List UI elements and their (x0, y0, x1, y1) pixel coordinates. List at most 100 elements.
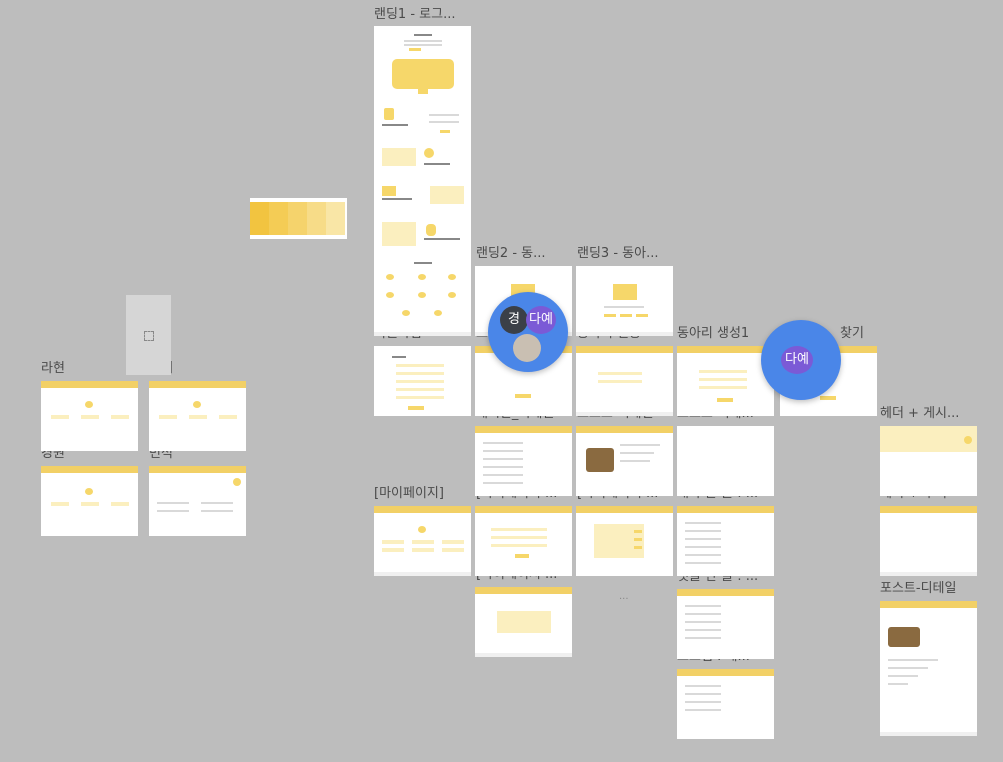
header (41, 381, 138, 388)
frame-header-board[interactable] (880, 426, 977, 496)
menu-card (442, 548, 464, 552)
frame-daye[interactable] (149, 381, 246, 451)
profile-icon (85, 401, 93, 408)
swatch-1 (250, 202, 269, 235)
feature-icon (448, 292, 456, 298)
header-menu (880, 426, 977, 452)
collaborator-presence: 경 다예 (488, 292, 568, 372)
input (396, 364, 444, 367)
menu-card (51, 415, 69, 419)
badge (634, 530, 642, 533)
frame-landing1[interactable] (374, 26, 471, 336)
frame-label-landing2[interactable]: 랜딩2 - 동... (476, 246, 546, 262)
feature-icon (418, 274, 426, 280)
header (374, 506, 471, 513)
feature-icon (386, 274, 394, 280)
collaborator-avatar-a[interactable]: 경 (500, 306, 528, 334)
profile-icon (193, 401, 201, 408)
footer (576, 332, 673, 336)
menu-card (382, 540, 404, 544)
frame-label-rahyeon[interactable]: 라현 (41, 361, 65, 377)
illustration (613, 284, 637, 300)
menu-card (159, 415, 177, 419)
text-line (685, 709, 721, 711)
frame-label-club-create[interactable]: 동아리 생성1 (677, 326, 749, 342)
cta (440, 130, 450, 133)
header (149, 466, 246, 473)
frame-label-landing3[interactable]: 랜딩3 - 동아... (577, 246, 658, 262)
menu-card (189, 415, 207, 419)
plus-icon (424, 148, 434, 158)
frame-gyeongwon[interactable] (41, 466, 138, 536)
header (576, 426, 673, 433)
frame-label-find[interactable]: 찾기 (840, 326, 864, 342)
canvas[interactable]: { "frames": { "landing1": "랜딩1 - 로그...",… (0, 0, 1003, 762)
frame-post-detail-a[interactable] (576, 426, 673, 496)
input (699, 370, 747, 373)
frame-label-header-board[interactable]: 헤더 + 게시... (880, 406, 959, 422)
frame-club-create[interactable] (677, 346, 774, 416)
text-line (685, 637, 721, 639)
header (475, 426, 572, 433)
feature-icon (386, 292, 394, 298)
text-line (685, 613, 721, 615)
frame-post-detail-b[interactable] (677, 426, 774, 496)
submit (820, 396, 836, 400)
expand-icon (144, 331, 154, 341)
frame-post-detail-c[interactable] (880, 601, 977, 736)
frame-landing3[interactable] (576, 266, 673, 336)
frame-club-auth[interactable] (576, 346, 673, 416)
frame-my-posts[interactable] (677, 506, 774, 576)
frame-label-landing1[interactable]: 랜딩1 - 로그... (374, 7, 455, 23)
frame-board-detail[interactable] (475, 426, 572, 496)
heading (414, 34, 432, 36)
swatch-2 (269, 202, 288, 235)
collaborator-avatar-daye[interactable]: 다예 (781, 346, 813, 374)
menu-card (382, 548, 404, 552)
swatch-3 (288, 202, 307, 235)
frame-scrap[interactable] (677, 669, 774, 739)
frame-label-mypage[interactable]: [마이페이지] (374, 486, 444, 502)
cta (409, 48, 421, 51)
frame-mypage-2[interactable] (475, 506, 572, 576)
input (491, 536, 547, 539)
frame-mypage-3[interactable] (576, 506, 673, 576)
profile-icon (85, 488, 93, 495)
text-line (685, 562, 721, 564)
frame-mypage[interactable] (374, 506, 471, 576)
input (491, 544, 547, 547)
profile-icon (418, 526, 426, 533)
header (41, 466, 138, 473)
food-image (586, 448, 614, 472)
input (396, 396, 444, 399)
menu-card (51, 502, 69, 506)
header (576, 346, 673, 353)
badge (634, 538, 642, 541)
frame-label-post-detail-c[interactable]: 포스트-디테일 (880, 581, 956, 597)
menu-card (442, 540, 464, 544)
text-line (483, 450, 523, 452)
frame-my-comments[interactable] (677, 589, 774, 659)
text-line (685, 522, 721, 524)
text-line (620, 452, 654, 454)
placeholder-frame[interactable] (126, 295, 171, 375)
frame-header-footer[interactable] (880, 506, 977, 576)
collaborator-avatar-b[interactable]: 다예 (526, 306, 556, 334)
menu-card (111, 415, 129, 419)
input (396, 372, 444, 375)
footer (374, 572, 471, 576)
avatar-icon (233, 478, 241, 486)
text-line (483, 442, 523, 444)
lock-icon (384, 108, 394, 120)
collaborator-photo-avatar[interactable] (513, 334, 541, 362)
submit (717, 398, 733, 402)
frame-signup[interactable] (374, 346, 471, 416)
color-palette-frame[interactable] (250, 198, 347, 239)
frame-rahyeon[interactable] (41, 381, 138, 451)
frame-minseok[interactable] (149, 466, 246, 536)
text-line (685, 605, 721, 607)
frame-mypage-4[interactable] (475, 587, 572, 657)
text-line (685, 685, 721, 687)
text-line (201, 502, 233, 504)
header (677, 669, 774, 676)
